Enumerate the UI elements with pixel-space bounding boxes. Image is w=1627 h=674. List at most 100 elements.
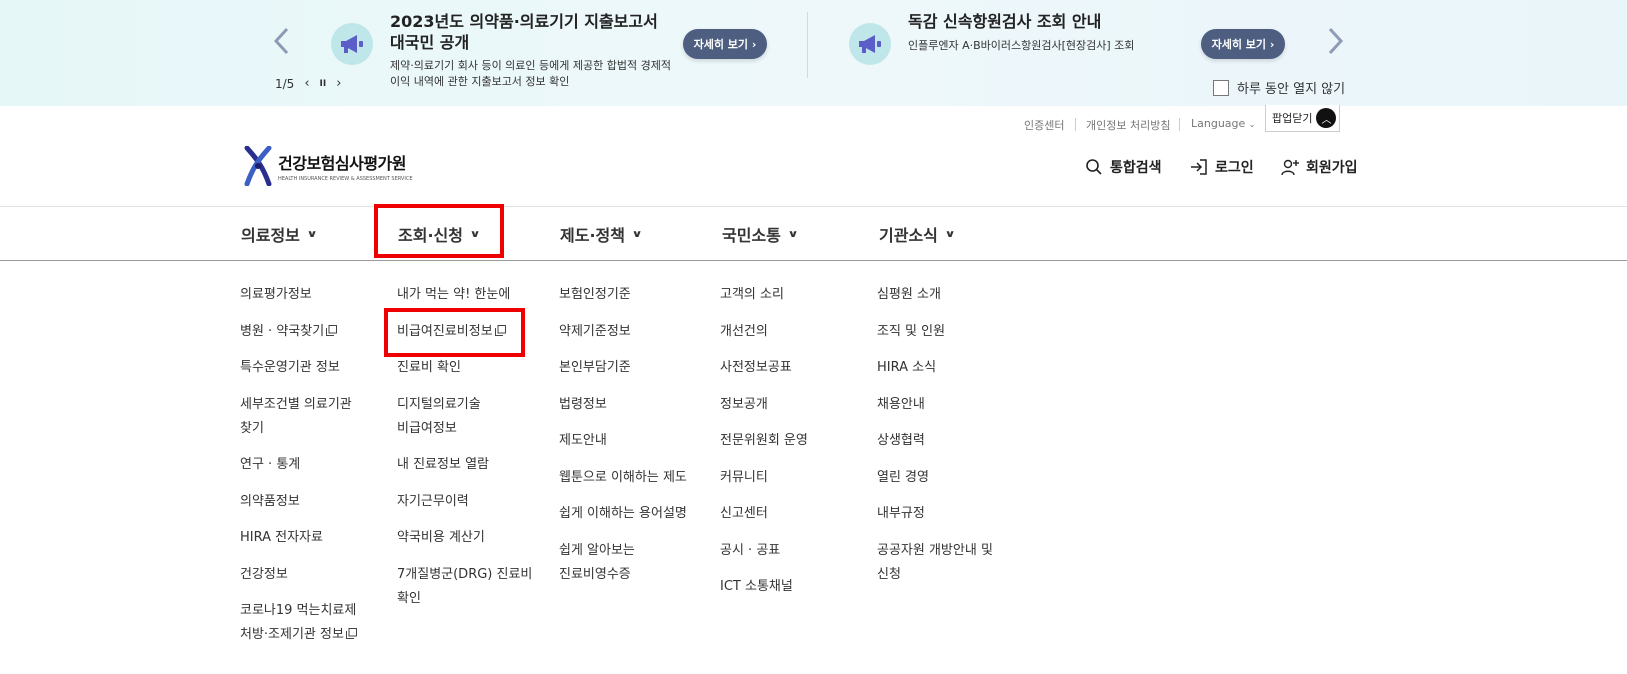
- submenu-system-policy: 보험인정기준 약제기준정보 본인부담기준 법령정보 제도안내 웹툰으로 이해하는…: [559, 283, 687, 599]
- slide-pager: 1/5 ‹ II ›: [275, 76, 341, 91]
- gnb-system-policy[interactable]: 제도·정책 ∨: [560, 222, 643, 246]
- slide1-more-button[interactable]: 자세히 보기 ›: [683, 29, 767, 59]
- gnb-label: 국민소통: [722, 226, 781, 245]
- no-show-today-checkbox[interactable]: [1213, 79, 1229, 96]
- submenu-item[interactable]: 내가 먹는 약! 한눈에: [397, 283, 532, 307]
- hira-logo-icon: [244, 146, 272, 186]
- submenu-item[interactable]: 전문위원회 운영: [720, 429, 808, 453]
- gnb-inquiry-apply[interactable]: 조회·신청 ∨: [398, 222, 481, 246]
- submenu-item[interactable]: 웹툰으로 이해하는 제도: [559, 466, 687, 490]
- submenu-item[interactable]: 특수운영기관 정보: [240, 356, 357, 380]
- submenu-item[interactable]: 내 진료정보 열람: [397, 453, 532, 477]
- signup-label: 회원가입: [1306, 160, 1358, 176]
- logo-title: 건강보험심사평가원: [278, 154, 406, 173]
- search-label: 통합검색: [1110, 160, 1162, 176]
- login-label: 로그인: [1215, 160, 1254, 176]
- login-button[interactable]: 로그인: [1190, 157, 1254, 177]
- chevron-down-icon: ∨: [787, 228, 799, 240]
- submenu-item[interactable]: 내부규정: [877, 502, 993, 526]
- chevron-down-icon: ∨: [469, 228, 481, 240]
- submenu-item[interactable]: 정보공개: [720, 393, 808, 417]
- submenu-item[interactable]: 개선건의: [720, 320, 808, 344]
- pager-pause-icon[interactable]: II: [320, 79, 327, 89]
- submenu-item-non-covered-fees[interactable]: 비급여진료비정보: [397, 320, 532, 344]
- slide2-title[interactable]: 독감 신속항원검사 조회 안내: [908, 11, 1101, 32]
- search-icon: [1086, 159, 1102, 175]
- header-divider: [0, 206, 1627, 207]
- submenu-item[interactable]: 공공자원 개방안내 및신청: [877, 539, 993, 587]
- submenu-label: 신청: [877, 566, 901, 582]
- submenu-item[interactable]: 코로나19 먹는치료제 처방·조제기관 정보: [240, 599, 357, 647]
- gnb-medical-info[interactable]: 의료정보 ∨: [241, 222, 318, 246]
- util-divider: [1075, 118, 1076, 131]
- gnb-communication[interactable]: 국민소통 ∨: [722, 222, 799, 246]
- submenu-item[interactable]: HIRA 전자자료: [240, 526, 357, 550]
- next-slide-arrow-icon[interactable]: [1324, 26, 1346, 56]
- util-divider: [1179, 118, 1180, 131]
- submenu-item[interactable]: 조직 및 인원: [877, 320, 993, 344]
- gnb-agency-news[interactable]: 기관소식 ∨: [879, 222, 956, 246]
- submenu-item[interactable]: 제도안내: [559, 429, 687, 453]
- submenu-label: 비급여정보: [397, 420, 457, 436]
- submenu-item[interactable]: 의약품정보: [240, 490, 357, 514]
- slide1-title[interactable]: 2023년도 의약품·의료기기 지출보고서 대국민 공개: [390, 11, 658, 53]
- submenu-item[interactable]: 신고센터: [720, 502, 808, 526]
- gnb-divider: [0, 260, 1627, 261]
- submenu-label: 찾기: [240, 420, 264, 436]
- slide1-description: 제약·의료기기 회사 등이 의료인 등에게 제공한 합법적 경제적 이익 내역에…: [390, 59, 671, 88]
- new-window-icon: [345, 628, 357, 639]
- no-show-today[interactable]: 하루 동안 열지 않기: [1213, 78, 1345, 97]
- submenu-item[interactable]: 약국비용 계산기: [397, 526, 532, 550]
- signup-button[interactable]: 회원가입: [1281, 157, 1358, 177]
- submenu-item[interactable]: 건강정보: [240, 563, 357, 587]
- slide2-description: 인플루엔자 A·B바이러스항원검사[현장검사] 조회: [908, 39, 1135, 52]
- submenu-item[interactable]: 병원 · 약국찾기: [240, 320, 357, 344]
- submenu-item[interactable]: 쉽게 이해하는 용어설명: [559, 502, 687, 526]
- close-popup-button[interactable]: 팝업닫기 ︿: [1265, 105, 1340, 132]
- submenu-item[interactable]: ICT 소통채널: [720, 575, 808, 599]
- submenu-item[interactable]: 보험인정기준: [559, 283, 687, 307]
- submenu-item[interactable]: 채용안내: [877, 393, 993, 417]
- new-window-icon: [326, 324, 338, 336]
- pager-next-icon[interactable]: ›: [336, 76, 341, 91]
- submenu-item[interactable]: 고객의 소리: [720, 283, 808, 307]
- submenu-item[interactable]: 의료평가정보: [240, 283, 357, 307]
- chevron-down-icon: ⌄: [1248, 120, 1256, 129]
- submenu-item[interactable]: HIRA 소식: [877, 356, 993, 380]
- submenu-item[interactable]: 법령정보: [559, 393, 687, 417]
- submenu-item[interactable]: 열린 경영: [877, 466, 993, 490]
- gnb-label: 기관소식: [879, 226, 938, 245]
- auth-center-link[interactable]: 인증센터: [1024, 117, 1064, 133]
- language-select[interactable]: Language ⌄: [1191, 117, 1256, 130]
- submenu-item[interactable]: 쉽게 알아보는 진료비영수증: [559, 539, 687, 587]
- site-logo[interactable]: 건강보험심사평가원 HEALTH INSURANCE REVIEW & ASSE…: [244, 146, 412, 186]
- submenu-label: 확인: [397, 590, 421, 606]
- slide2-more-button[interactable]: 자세히 보기 ›: [1201, 29, 1285, 59]
- submenu-item[interactable]: 상생협력: [877, 429, 993, 453]
- submenu-item[interactable]: 커뮤니티: [720, 466, 808, 490]
- submenu-item[interactable]: 7개질병군(DRG) 진료비 확인: [397, 563, 532, 611]
- submenu-item[interactable]: 약제기준정보: [559, 320, 687, 344]
- submenu-item[interactable]: 연구 · 통계: [240, 453, 357, 477]
- prev-slide-arrow-icon[interactable]: [271, 26, 293, 56]
- submenu-item[interactable]: 디지털의료기술 비급여정보: [397, 393, 532, 441]
- submenu-item[interactable]: 사전정보공표: [720, 356, 808, 380]
- gnb-label: 조회·신청: [398, 226, 463, 245]
- search-button[interactable]: 통합검색: [1085, 157, 1162, 177]
- submenu-medical-info: 의료평가정보 병원 · 약국찾기 특수운영기관 정보 세부조건별 의료기관 찾기 …: [240, 283, 357, 660]
- submenu-item[interactable]: 세부조건별 의료기관찾기: [240, 393, 357, 441]
- submenu-agency-news: 심평원 소개 조직 및 인원 HIRA 소식 채용안내 상생협력 열린 경영 내…: [877, 283, 993, 599]
- no-show-today-label: 하루 동안 열지 않기: [1237, 82, 1346, 97]
- submenu-item[interactable]: 공시 · 공표: [720, 539, 808, 563]
- privacy-policy-link[interactable]: 개인정보 처리방침: [1086, 117, 1170, 133]
- submenu-label: 공공자원 개방안내 및: [877, 542, 993, 558]
- chevron-up-icon: ︿: [1316, 108, 1337, 128]
- pager-prev-icon[interactable]: ‹: [304, 76, 309, 91]
- submenu-item[interactable]: 심평원 소개: [877, 283, 993, 307]
- submenu-item[interactable]: 본인부담기준: [559, 356, 687, 380]
- submenu-item[interactable]: 자기근무이력: [397, 490, 532, 514]
- submenu-label: 비급여진료비정보: [397, 323, 493, 339]
- submenu-label: 세부조건별 의료기관: [240, 396, 352, 412]
- chevron-down-icon: ∨: [944, 228, 956, 240]
- submenu-item[interactable]: 진료비 확인: [397, 356, 532, 380]
